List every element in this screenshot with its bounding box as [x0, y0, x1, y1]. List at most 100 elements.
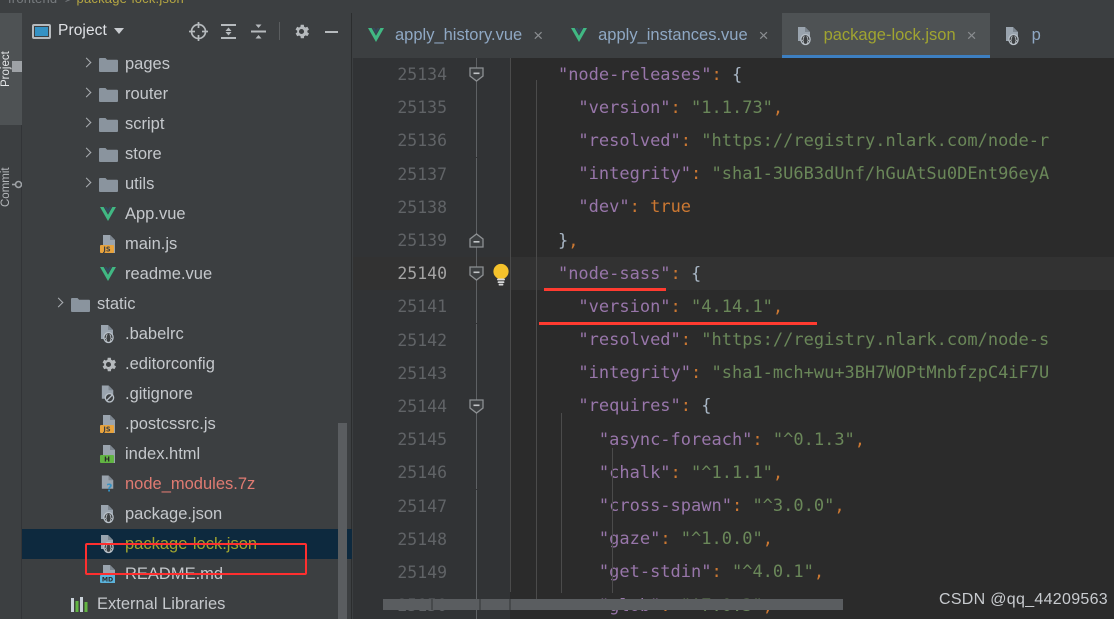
code-line[interactable]: 25142 "resolved": "https://registry.nlar…	[353, 323, 1114, 357]
editor-tab-apply-history-vue[interactable]: apply_history.vue ×	[353, 13, 556, 58]
tree-row-icon	[98, 147, 118, 162]
editor-scroll-thumb[interactable]	[383, 599, 843, 610]
indent-guide	[612, 448, 613, 593]
vue-file-icon	[569, 27, 589, 44]
fold-end-icon[interactable]	[469, 233, 484, 248]
folder-icon	[70, 297, 90, 312]
tree-row-pages[interactable]: pages	[22, 49, 352, 79]
tree-row-main-js[interactable]: JS main.js	[22, 229, 352, 259]
gutter-markers	[455, 224, 510, 258]
code-line[interactable]: 25141 "version": "4.14.1",	[353, 290, 1114, 324]
gutter-markers	[455, 157, 510, 191]
code-line[interactable]: 25134 "node-releases": {	[353, 58, 1114, 92]
tree-row-node-modules-7z[interactable]: ? node_modules.7z	[22, 469, 352, 499]
gutter-markers	[455, 257, 512, 291]
tree-row-utils[interactable]: utils	[22, 169, 352, 199]
tool-tab-project[interactable]: Project	[0, 13, 24, 125]
collapse-all-button[interactable]	[244, 17, 272, 45]
breadcrumb-current: package-lock.json	[77, 0, 184, 6]
libraries-icon	[70, 596, 90, 613]
hide-panel-button[interactable]	[317, 17, 345, 45]
code-text: "cross-spawn": "^3.0.0",	[598, 496, 845, 517]
tree-row-external-libraries[interactable]: External Libraries	[22, 589, 352, 619]
chevron-right-icon[interactable]	[80, 117, 94, 131]
code-line[interactable]: 25136 "resolved": "https://registry.nlar…	[353, 124, 1114, 158]
code-line[interactable]: 25148 "gaze": "^1.0.0",	[353, 522, 1114, 556]
tree-row--babelrc[interactable]: {} .babelrc	[22, 319, 352, 349]
expand-all-button[interactable]	[214, 17, 242, 45]
tree-row-script[interactable]: script	[22, 109, 352, 139]
code-line[interactable]: 25139 },	[353, 224, 1114, 258]
chevron-right-icon[interactable]	[80, 177, 94, 191]
tab-close-icon[interactable]: ×	[967, 27, 977, 44]
code-line[interactable]: 25140 "node-sass": {	[353, 257, 1114, 291]
tree-row-static[interactable]: static	[22, 289, 352, 319]
code-line[interactable]: 25144 "requires": {	[353, 389, 1114, 423]
tree-row-label: .gitignore	[125, 384, 193, 403]
code-text: "async-foreach": "^0.1.3",	[598, 429, 866, 450]
indent-guide	[510, 58, 511, 592]
tree-row-icon	[98, 87, 118, 102]
editor-tab-label: package-lock.json	[823, 26, 956, 44]
chevron-right-icon[interactable]	[80, 87, 94, 101]
fold-collapse-icon[interactable]	[469, 266, 484, 282]
tree-row-app-vue[interactable]: App.vue	[22, 199, 352, 229]
chevron-right-icon[interactable]	[80, 57, 94, 71]
gutter-markers	[455, 423, 510, 457]
chevron-right-icon[interactable]	[80, 147, 94, 161]
tree-row--postcssrc-js[interactable]: JS .postcssrc.js	[22, 409, 352, 439]
tab-close-icon[interactable]: ×	[759, 27, 769, 44]
tree-row-readme-md[interactable]: MD README.md	[22, 559, 352, 589]
fold-region-line	[476, 555, 477, 589]
editor-tab-p[interactable]: {} p	[990, 13, 1054, 58]
tree-row-label: utils	[125, 174, 155, 193]
intention-bulb-icon[interactable]	[490, 262, 512, 286]
code-line[interactable]: 25146 "chalk": "^1.1.1",	[353, 456, 1114, 490]
code-line[interactable]: 25145 "async-foreach": "^0.1.3",	[353, 423, 1114, 457]
html-file-icon: H	[99, 444, 118, 464]
editor-tab-apply-instances-vue[interactable]: apply_instances.vue ×	[556, 13, 781, 58]
settings-button[interactable]	[287, 17, 315, 45]
editor-tab-bar[interactable]: apply_history.vue × apply_instances.vue ×{}…	[353, 13, 1114, 58]
line-number: 25136	[397, 131, 447, 151]
gutter-markers	[455, 356, 510, 390]
code-line[interactable]: 25147 "cross-spawn": "^3.0.0",	[353, 489, 1114, 523]
tree-row--gitignore[interactable]: .gitignore	[22, 379, 352, 409]
tree-row-router[interactable]: router	[22, 79, 352, 109]
tree-row-readme-vue[interactable]: readme.vue	[22, 259, 352, 289]
code-line[interactable]: 25143 "integrity": "sha1-mch+wu+3BH7WOPt…	[353, 356, 1114, 390]
editor-tab-package-lock-json[interactable]: {} package-lock.json ×	[781, 13, 990, 58]
locate-file-button[interactable]	[184, 17, 212, 45]
svg-text:{}: {}	[801, 35, 810, 44]
tree-row-label: readme.vue	[125, 264, 213, 283]
code-line[interactable]: 25138 "dev": true	[353, 190, 1114, 224]
svg-text:JS: JS	[102, 245, 110, 253]
fold-region-line	[476, 290, 477, 324]
tab-file-icon	[569, 27, 589, 44]
tree-row-store[interactable]: store	[22, 139, 352, 169]
tree-row-package-lock-json[interactable]: {} package-lock.json	[22, 529, 352, 559]
tree-row--editorconfig[interactable]: .editorconfig	[22, 349, 352, 379]
fold-collapse-icon[interactable]	[469, 67, 484, 82]
fold-collapse-icon[interactable]	[469, 399, 484, 414]
indent-guide	[536, 80, 537, 302]
chevron-right-icon[interactable]	[52, 297, 66, 311]
gutter-markers	[455, 489, 510, 523]
tool-window-strip: Project Commit	[0, 13, 25, 619]
project-title-dropdown[interactable]: Project	[32, 22, 124, 40]
annotation-underline-version	[539, 322, 817, 325]
folder-icon	[98, 87, 118, 102]
tree-row-package-json[interactable]: {} package.json	[22, 499, 352, 529]
tree-row-label: store	[125, 144, 162, 163]
code-line[interactable]: 25137 "integrity": "sha1-3U6B3dUnf/hGuAt…	[353, 157, 1114, 191]
tree-row-index-html[interactable]: Hindex.html	[22, 439, 352, 469]
code-line[interactable]: 25149 "get-stdin": "^4.0.1",	[353, 555, 1114, 589]
tool-tab-commit[interactable]: Commit	[0, 133, 25, 241]
project-tree-scrollbar[interactable]	[338, 423, 347, 619]
tab-close-icon[interactable]: ×	[533, 27, 543, 44]
svg-text:MD: MD	[101, 576, 112, 583]
code-editor[interactable]: 25134 "node-releases": {25135 "version":…	[353, 58, 1114, 619]
code-line[interactable]: 25135 "version": "1.1.73",	[353, 91, 1114, 125]
project-tree[interactable]: pages router script store utils App.vue JS main…	[22, 49, 352, 619]
